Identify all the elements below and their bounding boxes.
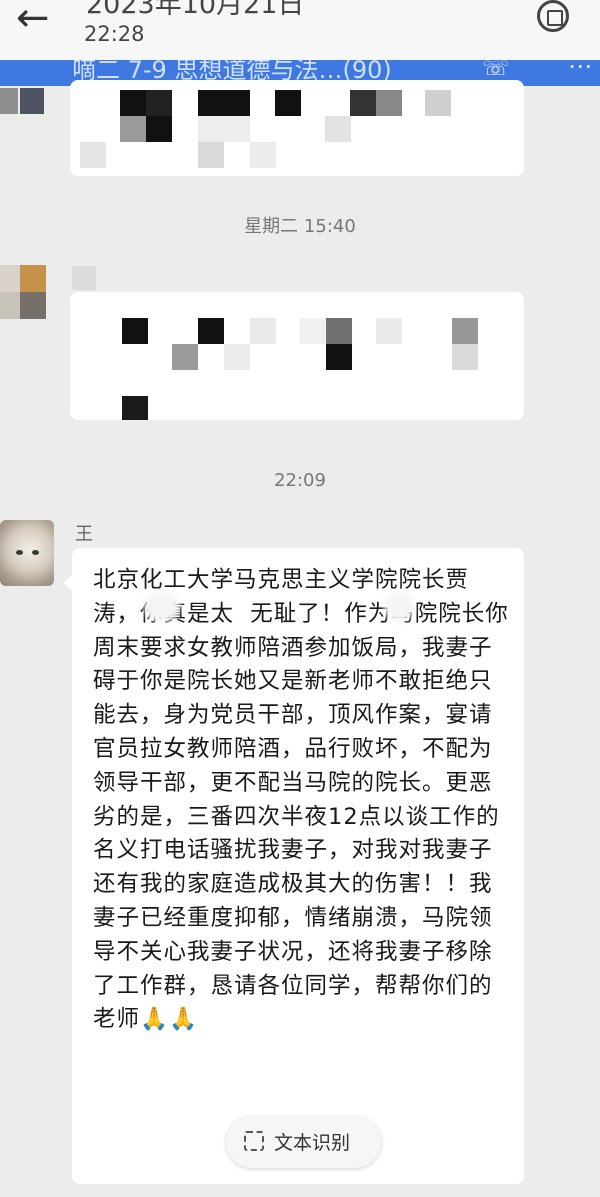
text-recognition-button[interactable]: 文本识别 bbox=[226, 1116, 381, 1168]
timestamp: 星期二 15:40 bbox=[244, 216, 356, 237]
redaction-blur bbox=[144, 592, 180, 622]
video-call-icon[interactable]: ☏ bbox=[482, 60, 510, 81]
timestamp: 22:09 bbox=[274, 470, 326, 491]
date-title: 2023年10月21日 bbox=[86, 0, 305, 20]
cat-eye bbox=[16, 550, 23, 555]
text-scan-icon bbox=[244, 1131, 264, 1151]
pixelated-message-bubble bbox=[70, 80, 524, 176]
rotate-screen-icon[interactable] bbox=[537, 0, 569, 32]
pixelated-message-bubble bbox=[70, 292, 524, 420]
message-bubble[interactable]: 北京化工大学马克思主义学院院长贾 涛，你真是太 无耻了！作为马院院长你周末要求女… bbox=[63, 548, 524, 1184]
sender-name: 王 bbox=[75, 524, 93, 545]
redaction-blur bbox=[384, 592, 414, 622]
avatar[interactable] bbox=[0, 88, 46, 116]
cat-eye bbox=[32, 550, 39, 555]
text-recognition-label: 文本识别 bbox=[274, 1132, 351, 1154]
sender-name-blurred bbox=[72, 266, 96, 290]
avatar[interactable] bbox=[0, 265, 46, 319]
more-icon[interactable]: ⋯ bbox=[568, 60, 594, 80]
message-text: 北京化工大学马克思主义学院院长贾 涛，你真是太 无耻了！作为马院院长你周末要求女… bbox=[93, 567, 509, 1033]
time-label: 22:28 bbox=[84, 22, 145, 46]
sender-avatar[interactable] bbox=[0, 520, 54, 586]
photo-header: ← 2023年10月21日 22:28 bbox=[0, 0, 600, 60]
back-arrow-icon[interactable]: ← bbox=[16, 0, 50, 38]
